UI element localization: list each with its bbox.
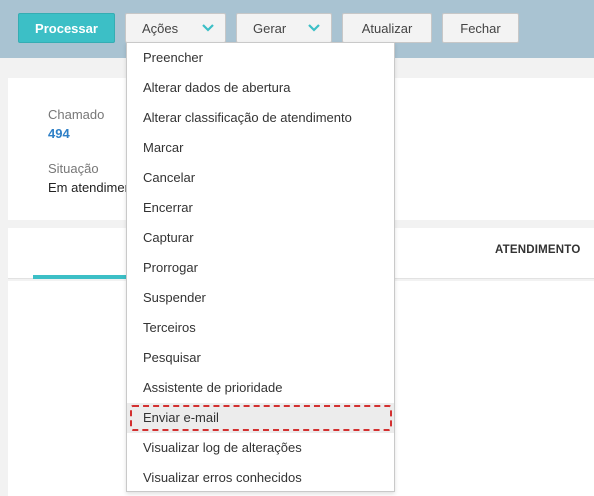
gerar-button-label: Gerar xyxy=(253,20,287,36)
menu-item-visualizar-erros[interactable]: Visualizar erros conhecidos xyxy=(127,463,394,493)
menu-item-assistente-prioridade[interactable]: Assistente de prioridade xyxy=(127,373,394,403)
menu-item-cancelar[interactable]: Cancelar xyxy=(127,163,394,193)
menu-item-marcar[interactable]: Marcar xyxy=(127,133,394,163)
acoes-button[interactable]: Ações xyxy=(125,13,226,43)
highlight-box xyxy=(130,405,392,431)
situacao-label: Situação xyxy=(48,161,99,176)
chevron-down-icon xyxy=(202,24,214,32)
tab-atendimento[interactable]: ATENDIMENTO xyxy=(495,244,580,256)
acoes-dropdown-menu: Preencher Alterar dados de abertura Alte… xyxy=(126,42,395,492)
menu-item-pesquisar[interactable]: Pesquisar xyxy=(127,343,394,373)
atualizar-button[interactable]: Atualizar xyxy=(342,13,432,43)
gerar-button[interactable]: Gerar xyxy=(236,13,332,43)
chamado-value[interactable]: 494 xyxy=(48,126,70,141)
menu-item-capturar[interactable]: Capturar xyxy=(127,223,394,253)
acoes-button-label: Ações xyxy=(142,20,179,36)
menu-item-terceiros[interactable]: Terceiros xyxy=(127,313,394,343)
chevron-down-icon xyxy=(308,24,320,32)
menu-item-encerrar[interactable]: Encerrar xyxy=(127,193,394,223)
menu-item-preencher[interactable]: Preencher xyxy=(127,43,394,73)
chamado-label: Chamado xyxy=(48,107,105,122)
menu-item-prorrogar[interactable]: Prorrogar xyxy=(127,253,394,283)
fechar-button[interactable]: Fechar xyxy=(442,13,519,43)
menu-item-enviar-email[interactable]: Enviar e-mail xyxy=(127,403,394,433)
active-tab-indicator xyxy=(33,275,133,279)
processar-button[interactable]: Processar xyxy=(18,13,115,43)
menu-item-visualizar-log[interactable]: Visualizar log de alterações xyxy=(127,433,394,463)
menu-item-alterar-dados-abertura[interactable]: Alterar dados de abertura xyxy=(127,73,394,103)
menu-item-suspender[interactable]: Suspender xyxy=(127,283,394,313)
menu-item-alterar-classificacao[interactable]: Alterar classificação de atendimento xyxy=(127,103,394,133)
